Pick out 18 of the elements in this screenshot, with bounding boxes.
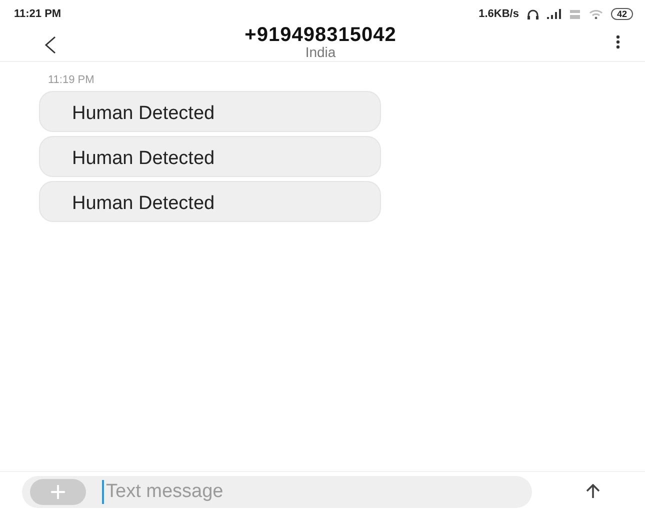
network-speed: 1.6KB/s xyxy=(478,6,519,22)
message-bubble: Human Detected xyxy=(39,136,381,176)
signal-icon xyxy=(546,9,561,19)
contact-country: India xyxy=(305,45,336,60)
plus-icon xyxy=(51,484,65,498)
send-icon xyxy=(586,484,600,498)
back-icon xyxy=(44,36,56,54)
contact-number: +919498315042 xyxy=(244,25,396,46)
message-bubble: Human Detected xyxy=(39,180,381,222)
message-bubble: Human Detected xyxy=(39,90,381,132)
composer-field[interactable]: Text message xyxy=(22,476,532,508)
headphones-icon xyxy=(526,8,539,20)
message-field[interactable]: Text message xyxy=(102,480,482,504)
status-time: 11:21 PM xyxy=(14,6,62,22)
wifi-icon xyxy=(588,9,603,19)
battery-indicator: 42 xyxy=(610,8,633,20)
message-timestamp: 11:19 PM xyxy=(48,73,96,88)
more-icon xyxy=(616,35,620,50)
